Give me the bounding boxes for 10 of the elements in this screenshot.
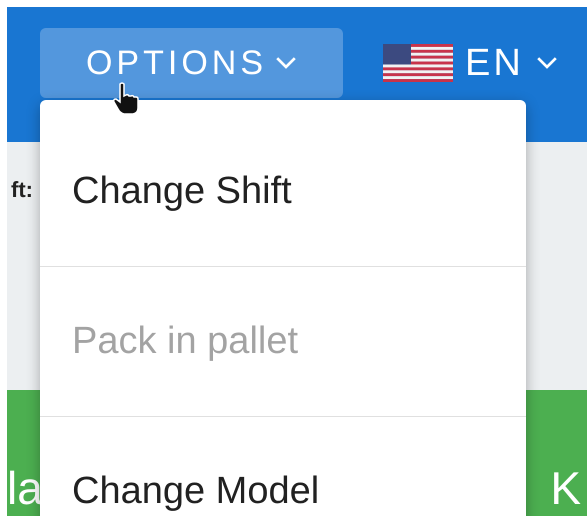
menu-item[interactable]: Change Model [40,416,526,516]
banner-text: la [7,463,43,514]
options-button[interactable]: OPTIONS [40,28,343,98]
field-label: ft: [11,177,33,202]
banner-text: K [550,463,581,514]
menu-item[interactable]: Change Shift [40,116,526,266]
flag-icon [383,44,453,82]
chevron-down-icon [275,56,298,70]
chevron-down-icon [536,56,558,70]
language-button[interactable]: EN [383,28,558,98]
